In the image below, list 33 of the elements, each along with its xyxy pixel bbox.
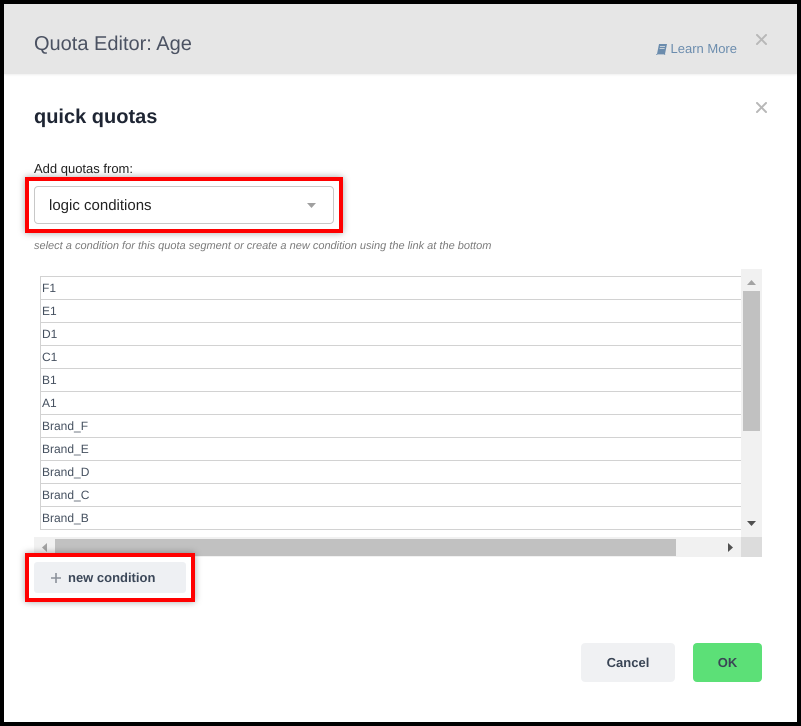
condition-item[interactable]: D1 xyxy=(40,322,741,345)
panel-title: quick quotas xyxy=(34,105,158,129)
scroll-right-arrow-icon[interactable] xyxy=(728,542,733,552)
book-icon xyxy=(656,44,667,54)
cancel-button[interactable]: Cancel xyxy=(581,643,675,682)
scroll-left-arrow-icon[interactable] xyxy=(42,542,47,552)
condition-item[interactable]: Brand_C xyxy=(40,483,741,506)
window-title: Quota Editor: Age xyxy=(34,32,193,56)
scrollbar-thumb[interactable] xyxy=(743,291,760,431)
condition-item[interactable]: C1 xyxy=(40,345,741,368)
scroll-up-arrow-icon[interactable] xyxy=(747,280,756,285)
close-icon[interactable] xyxy=(756,34,767,45)
condition-item[interactable]: A1 xyxy=(40,391,741,414)
plus-icon xyxy=(51,572,61,582)
vertical-scrollbar[interactable] xyxy=(741,269,762,537)
condition-item[interactable]: E1 xyxy=(40,299,741,322)
condition-item[interactable]: Brand_B xyxy=(40,506,741,530)
new-condition-button[interactable]: new condition xyxy=(34,562,186,593)
caret-icon xyxy=(307,202,316,208)
condition-item[interactable]: B1 xyxy=(40,368,741,391)
condition-item[interactable]: Brand_D xyxy=(40,460,741,483)
scroll-down-arrow-icon[interactable] xyxy=(747,521,756,526)
close-icon[interactable] xyxy=(756,102,767,113)
ok-button[interactable]: OK xyxy=(693,643,762,682)
condition-item[interactable]: Brand_F xyxy=(40,414,741,437)
field-label: Add quotas from: xyxy=(34,161,133,177)
scrollbar-corner xyxy=(741,537,762,557)
hint-text: select a condition for this quota segment or create a new condition using the link at the bottom xyxy=(34,239,492,253)
scrollbar-thumb[interactable] xyxy=(55,538,676,556)
source-dropdown[interactable]: logic conditions xyxy=(34,186,334,224)
horizontal-scrollbar[interactable] xyxy=(34,537,741,557)
condition-item[interactable]: F1 xyxy=(40,276,741,299)
condition-item[interactable]: Brand_E xyxy=(40,437,741,460)
